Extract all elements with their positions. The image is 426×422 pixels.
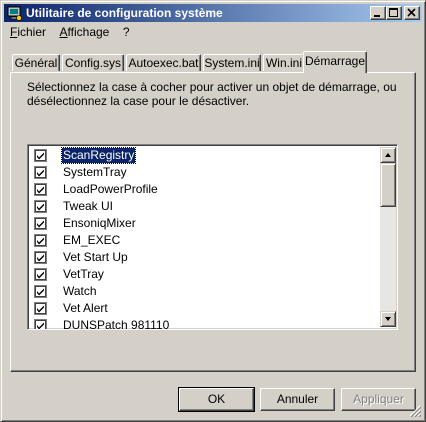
list-item[interactable]: EM_EXEC <box>30 232 380 249</box>
checkbox[interactable] <box>34 302 47 315</box>
list-item-label: SystemTray <box>63 165 127 179</box>
list-item-label: EnsoniqMixer <box>63 216 136 230</box>
minimize-icon <box>374 15 380 17</box>
arrow-down-icon <box>385 317 391 321</box>
menu-fichier[interactable]: Fichier <box>5 24 51 39</box>
list-item[interactable]: EnsoniqMixer <box>30 215 380 232</box>
window-title: Utilitaire de configuration système <box>26 6 223 20</box>
checkbox[interactable] <box>34 183 47 196</box>
tab-config-sys[interactable]: Config.sys <box>62 54 124 71</box>
list-item-label: EM_EXEC <box>63 233 121 247</box>
list-item[interactable]: LoadPowerProfile <box>30 181 380 198</box>
checkbox[interactable] <box>34 234 47 247</box>
list-item[interactable]: DUNSPatch 981110 <box>30 317 380 330</box>
tab-win-ini[interactable]: Win.ini <box>263 54 305 71</box>
scroll-down-button[interactable] <box>380 311 396 327</box>
maximize-button[interactable] <box>386 6 402 20</box>
tab-general[interactable]: Général <box>12 54 60 71</box>
menu-help[interactable]: ? <box>118 24 135 39</box>
cancel-button[interactable]: Annuler <box>260 388 335 411</box>
list-item[interactable]: Vet Start Up <box>30 249 380 266</box>
checkbox[interactable] <box>34 319 47 330</box>
title-bar[interactable]: Utilitaire de configuration système <box>4 4 422 22</box>
checkbox[interactable] <box>34 285 47 298</box>
apply-button[interactable]: Appliquer <box>341 388 416 411</box>
vertical-scrollbar[interactable] <box>380 147 396 327</box>
close-button[interactable] <box>404 6 420 20</box>
list-item-label: Vet Start Up <box>63 250 128 264</box>
menu-bar: Fichier Affichage ? <box>5 24 135 41</box>
list-item[interactable]: Tweak UI <box>30 198 380 215</box>
list-item[interactable]: ScanRegistry <box>30 147 380 164</box>
tab-demarrage[interactable]: Démarrage <box>303 51 367 73</box>
checkbox[interactable] <box>34 251 47 264</box>
arrow-up-icon <box>385 153 391 157</box>
list-item[interactable]: VetTray <box>30 266 380 283</box>
menu-affichage[interactable]: Affichage <box>55 24 115 39</box>
checkbox[interactable] <box>34 268 47 281</box>
list-item-label: VetTray <box>63 267 104 281</box>
list-item-label: ScanRegistry <box>60 147 137 164</box>
computer-icon <box>7 6 22 21</box>
system-config-window: Utilitaire de configuration système Fich… <box>0 0 426 422</box>
close-icon <box>407 8 416 17</box>
minimize-button[interactable] <box>370 6 386 20</box>
list-item[interactable]: SystemTray <box>30 164 380 181</box>
ok-button[interactable]: OK <box>178 387 255 412</box>
startup-list[interactable]: ScanRegistry SystemTray LoadPowerProfile Tw… <box>27 144 398 330</box>
startup-panel: Sélectionnez la case à cocher pour activ… <box>10 72 416 372</box>
instructions-text: Sélectionnez la case à cocher pour activ… <box>27 80 397 108</box>
tab-autoexec-bat[interactable]: Autoexec.bat <box>126 54 201 71</box>
checkbox[interactable] <box>34 200 47 213</box>
list-item[interactable]: Watch <box>30 283 380 300</box>
list-item[interactable]: Vet Alert <box>30 300 380 317</box>
list-item-label: Vet Alert <box>63 301 108 315</box>
scroll-thumb[interactable] <box>380 163 396 207</box>
checkbox[interactable] <box>34 166 47 179</box>
tab-system-ini[interactable]: System.ini <box>203 54 261 71</box>
list-item-label: Tweak UI <box>63 199 114 213</box>
list-item-label: LoadPowerProfile <box>63 182 158 196</box>
resize-grip-icon[interactable] <box>409 405 421 417</box>
list-item-label: Watch <box>63 284 97 298</box>
checkbox[interactable] <box>34 217 47 230</box>
scroll-up-button[interactable] <box>380 147 396 163</box>
list-item-label: DUNSPatch 981110 <box>63 318 170 330</box>
checkbox[interactable] <box>34 149 47 162</box>
maximize-icon <box>389 8 398 17</box>
